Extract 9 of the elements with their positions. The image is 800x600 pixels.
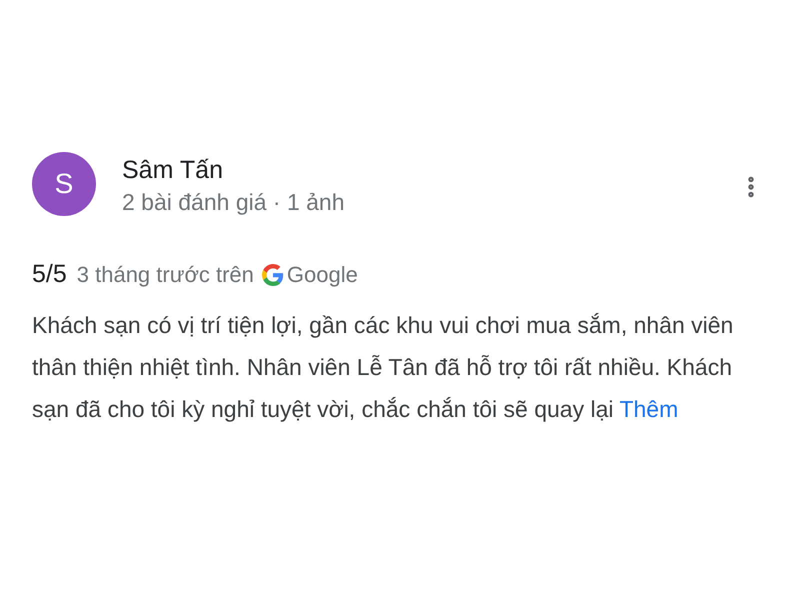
review-source: Google [286,261,358,290]
reviewer-name: Sâm Tấn [122,155,224,186]
reviewer-meta: 2 bài đánh giá · 1 ảnh [122,188,346,217]
avatar: S [32,152,96,216]
more-link[interactable]: Thêm [619,396,678,422]
review-time: 3 tháng trước trên [76,261,254,290]
rating: 5/5 [32,259,67,290]
google-logo-icon [262,264,284,286]
review-text: Khách sạn có vị trí tiện lợi, gần các khu vui chơi mua sắm, nhân viên thân thiện nhiệt tình. Nhân viên Lễ Tân đã hỗ trợ tôi rất nhiều. Khách sạn đã cho tôi kỳ nghỉ tuyệt vời, chắc chắn tôi sẽ quay lại Thêm [32,310,734,424]
